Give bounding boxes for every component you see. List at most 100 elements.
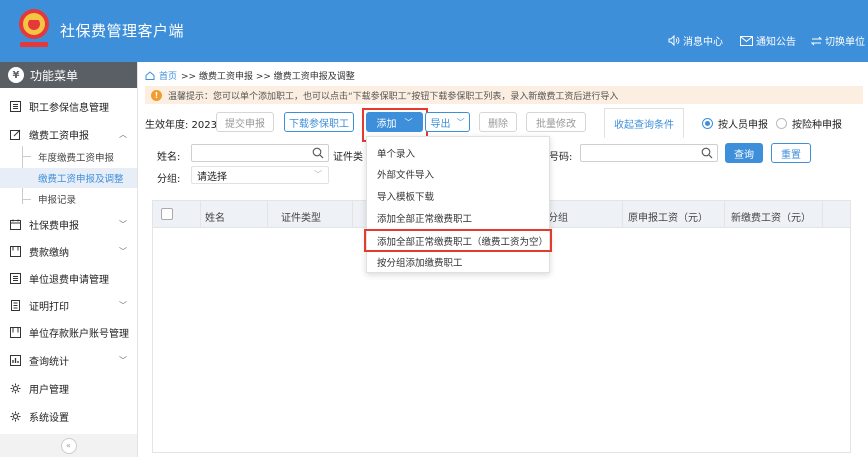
menu-item-file-import[interactable]: 外部文件导入 xyxy=(367,163,549,185)
message-center-link[interactable]: 消息中心 xyxy=(668,33,723,48)
app-header: 社保费管理客户端 消息中心 通知公告 切换单位 xyxy=(0,0,868,62)
column-header-name: 姓名 xyxy=(205,213,225,224)
sidebar-item-label: 缴费工资申报 xyxy=(29,130,89,142)
yen-icon: ¥ xyxy=(8,67,24,83)
sidebar-item-label: 系统设置 xyxy=(29,412,69,424)
radio-checked-icon xyxy=(702,118,713,129)
gear-icon xyxy=(10,383,21,394)
sidebar-subitem-declare-records[interactable]: 申报记录 xyxy=(0,189,137,209)
sidebar-subitem-wage-adjust[interactable]: 缴费工资申报及调整 xyxy=(0,168,137,188)
tip-text: 温馨提示：您可以单个添加职工，也可以点击“下载参保职工”按钮下载参保职工列表，录… xyxy=(168,91,619,102)
menu-header: ¥ 功能菜单 xyxy=(0,62,137,88)
speaker-icon xyxy=(668,35,680,46)
sidebar-item-label: 单位退费申请管理 xyxy=(29,274,109,286)
switch-unit-link[interactable]: 切换单位 xyxy=(811,33,865,48)
name-filter-label: 姓名: xyxy=(157,152,181,163)
sidebar-item-insured-info[interactable]: 职工参保信息管理 xyxy=(0,94,137,118)
sidebar-item-label: 单位存款账户账号管理 xyxy=(29,328,129,340)
sidebar-item-refund[interactable]: 单位退费申请管理 xyxy=(0,266,137,290)
chevron-down-icon: ﹀ xyxy=(119,247,127,256)
sidebar-item-label: 查询统计 xyxy=(29,356,69,368)
column-header-original-wage: 原申报工资（元） xyxy=(628,213,708,224)
collapse-sidebar-button[interactable]: « xyxy=(60,437,77,454)
radio-by-person-label: 按人员申报 xyxy=(718,120,768,131)
name-filter-input[interactable] xyxy=(191,144,329,162)
id-number-filter-input[interactable] xyxy=(580,144,718,162)
query-button[interactable]: 查询 xyxy=(725,143,763,163)
bank-icon xyxy=(10,326,21,338)
menu-item-template-download[interactable]: 导入模板下载 xyxy=(367,185,549,207)
sidebar-subitem-label: 年度缴费工资申报 xyxy=(38,153,115,164)
gear-icon xyxy=(10,411,21,422)
calendar-icon xyxy=(10,219,21,230)
radio-unchecked-icon xyxy=(776,118,787,129)
menu-item-highlight-box xyxy=(364,229,552,252)
sidebar-item-label: 费款缴纳 xyxy=(29,247,69,259)
search-icon[interactable] xyxy=(701,147,713,159)
collapse-filters-tab[interactable]: 收起查询条件 xyxy=(604,108,684,138)
submit-declare-button[interactable]: 提交申报 xyxy=(216,112,274,132)
chevron-down-icon: ﹀ xyxy=(119,220,127,229)
chevron-down-icon: ﹀ xyxy=(119,356,127,365)
sidebar-item-wage-declare[interactable]: 缴费工资申报 ︿ xyxy=(0,122,137,146)
menu-item-single-entry[interactable]: 单个录入 xyxy=(367,142,549,164)
mail-icon xyxy=(740,35,753,46)
sidebar: ¥ 功能菜单 职工参保信息管理 缴费工资申报 ︿ 年度缴费工资申报 缴费工资申报… xyxy=(0,62,138,457)
notice-link[interactable]: 通知公告 xyxy=(740,33,796,48)
chevron-down-icon: ﹀ xyxy=(119,301,127,310)
switch-arrows-icon xyxy=(811,36,822,45)
chevron-up-icon: ︿ xyxy=(119,130,127,139)
sidebar-item-system-settings[interactable]: 系统设置 xyxy=(0,404,137,428)
home-icon xyxy=(145,71,155,80)
sidebar-collapse-bar: « xyxy=(0,434,137,457)
sidebar-item-label: 证明打印 xyxy=(29,301,69,313)
batch-edit-button[interactable]: 批量修改 xyxy=(526,112,586,132)
chevron-down-icon: ﹀ xyxy=(314,170,322,179)
delete-button[interactable]: 删除 xyxy=(479,112,517,132)
add-dropdown-menu: 单个录入 外部文件导入 导入模板下载 添加全部正常缴费职工 添加全部正常缴费职工… xyxy=(366,136,550,273)
column-divider xyxy=(267,200,268,228)
sidebar-subitem-annual-wage[interactable]: 年度缴费工资申报 xyxy=(0,147,137,167)
tax-emblem-logo xyxy=(14,6,54,50)
effective-year-label: 生效年度: 2023 xyxy=(145,120,217,131)
radio-by-insurance[interactable]: 按险种申报 xyxy=(776,116,842,131)
menu-item-add-by-group[interactable]: 按分组添加缴费职工 xyxy=(367,251,549,273)
sidebar-subitem-label: 申报记录 xyxy=(38,195,77,206)
bar-chart-icon xyxy=(10,354,21,366)
sidebar-item-label: 社保费申报 xyxy=(29,220,79,232)
sidebar-item-social-fee[interactable]: 社保费申报 ﹀ xyxy=(0,212,137,236)
select-all-checkbox[interactable] xyxy=(161,208,173,220)
column-header-group: 分组 xyxy=(548,213,568,224)
column-divider xyxy=(200,200,201,228)
search-icon[interactable] xyxy=(312,147,324,159)
sidebar-item-user-management[interactable]: 用户管理 xyxy=(0,376,137,400)
notice-label: 通知公告 xyxy=(756,37,796,48)
download-insured-button[interactable]: 下载参保职工 xyxy=(284,112,354,132)
column-header-id-type: 证件类型 xyxy=(281,213,321,224)
id-type-filter-label: 证件类 xyxy=(333,152,363,163)
export-button-label: 导出 xyxy=(430,118,451,130)
breadcrumb-home-link[interactable]: 首页 xyxy=(159,69,177,82)
column-divider xyxy=(622,200,623,228)
radio-by-person[interactable]: 按人员申报 xyxy=(702,116,768,131)
breadcrumb-path: >> 缴费工资申报 >> 缴费工资申报及调整 xyxy=(181,72,355,82)
sidebar-item-label: 职工参保信息管理 xyxy=(29,102,109,114)
sidebar-item-fee-payment[interactable]: 费款缴纳 ﹀ xyxy=(0,239,137,263)
sidebar-item-print-certificate[interactable]: 证明打印 ﹀ xyxy=(0,293,137,317)
sidebar-item-deposit-account[interactable]: 单位存款账户账号管理 xyxy=(0,320,137,344)
sidebar-subitem-label: 缴费工资申报及调整 xyxy=(38,174,124,185)
switch-unit-label: 切换单位 xyxy=(825,37,865,48)
info-icon: ! xyxy=(151,89,162,101)
reset-button[interactable]: 重置 xyxy=(771,143,811,163)
group-select[interactable]: 请选择 ﹀ xyxy=(191,166,329,184)
menu-item-add-all-normal[interactable]: 添加全部正常缴费职工 xyxy=(367,207,549,229)
export-dropdown-button[interactable]: 导出 ﹀ xyxy=(425,112,470,132)
sidebar-item-query-stats[interactable]: 查询统计 ﹀ xyxy=(0,348,137,372)
chevron-down-icon: ﹀ xyxy=(456,117,465,127)
column-header-new-wage: 新缴费工资（元） xyxy=(731,213,811,224)
group-select-value: 请选择 xyxy=(197,171,227,183)
payment-icon xyxy=(10,245,21,257)
id-number-filter-label: 号码: xyxy=(549,152,573,163)
edit-icon xyxy=(10,129,21,140)
document-icon xyxy=(10,272,21,284)
